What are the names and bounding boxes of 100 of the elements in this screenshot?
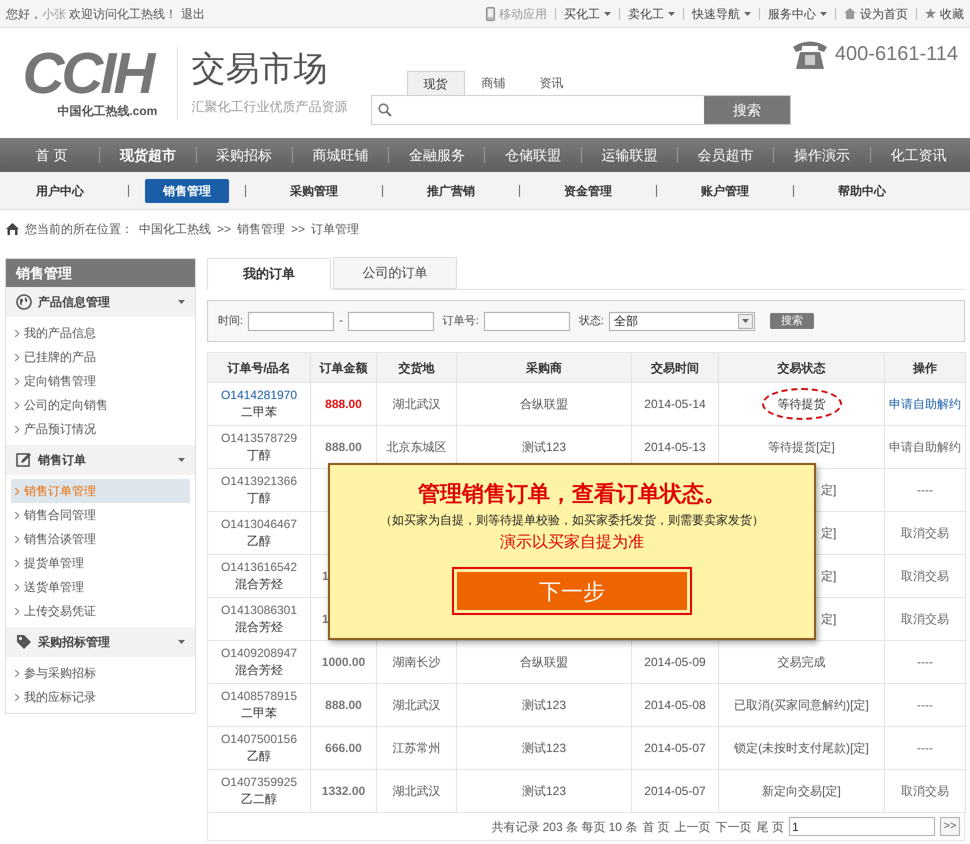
location-text: 湖北武汉 [392, 784, 440, 798]
search-tab[interactable]: 现货 [406, 71, 465, 95]
sub-nav-item[interactable]: 资金管理 [536, 178, 640, 202]
main-nav-item[interactable]: 操作演示 [774, 144, 870, 166]
sidebar-group-header[interactable]: 销售订单 [6, 445, 195, 475]
column-header: 交易时间 [632, 352, 718, 382]
main-nav-item[interactable]: 化工资讯 [870, 144, 966, 166]
page-input[interactable]: 1 [789, 817, 935, 836]
status-text: 锁定(未按时支付尾款)[定] [734, 741, 869, 755]
action-link[interactable]: 取消交易 [901, 526, 949, 540]
pagination-summary: 共有记录 203 条 每页 10 条 [491, 818, 638, 836]
empty-action-text: ---- [917, 655, 933, 669]
order-number-link[interactable]: O1413921366 [208, 473, 310, 490]
search-tab[interactable]: 资讯 [522, 71, 581, 95]
main-nav-item[interactable]: 现货超市 [100, 144, 196, 166]
pagination-link[interactable]: 尾 页 [756, 818, 784, 836]
sidebar-item[interactable]: 送货单管理 [11, 575, 190, 599]
top-nav-link[interactable]: 收藏 [925, 4, 964, 22]
caret-icon [744, 12, 751, 16]
sub-nav-item[interactable]: 销售管理 [145, 178, 229, 202]
order-tab[interactable]: 我的订单 [207, 258, 331, 290]
breadcrumb-link[interactable]: 订单管理 [311, 220, 360, 238]
sidebar-item[interactable]: 公司的定向销售 [11, 393, 190, 417]
main-nav-item[interactable]: 运输联盟 [582, 144, 678, 166]
date-input[interactable] [248, 312, 334, 330]
order-number-link[interactable]: O1409208947 [208, 645, 310, 662]
breadcrumb-link[interactable]: 销售管理 [237, 220, 286, 238]
top-nav-link[interactable]: 快速导航 [692, 4, 751, 22]
sidebar-item[interactable]: 我的应标记录 [11, 685, 190, 709]
logout-link[interactable]: 退出 [181, 4, 205, 22]
empty-action-text: ---- [917, 698, 933, 712]
order-number-input[interactable] [484, 312, 570, 330]
buyer-text: 测试123 [522, 741, 566, 755]
main-nav-item[interactable]: 金融服务 [389, 144, 484, 166]
tag-icon [16, 634, 32, 650]
location-text: 北京东城区 [386, 440, 446, 454]
status-select[interactable]: 全部 [608, 312, 755, 330]
sub-nav-item[interactable]: 推广营销 [399, 178, 503, 202]
search-tab[interactable]: 商铺 [464, 71, 523, 95]
amount-text: 1000.00 [322, 655, 366, 669]
sidebar-item[interactable]: 定向销售管理 [11, 369, 190, 393]
sub-nav-item[interactable]: 帮助中心 [810, 178, 914, 202]
action-link[interactable]: 取消交易 [901, 612, 949, 626]
column-header: 订单号/品名 [208, 352, 310, 382]
sub-nav-item[interactable]: 采购管理 [262, 178, 366, 202]
breadcrumb-link[interactable]: 中国化工热线 [139, 220, 211, 238]
main-nav-item[interactable]: 商城旺铺 [292, 144, 388, 166]
order-number-link[interactable]: O1414281970 [208, 387, 310, 404]
status-text: 定] [821, 483, 836, 497]
sidebar-item[interactable]: 参与采购招标 [11, 661, 190, 685]
main-nav-item[interactable]: 采购招标 [196, 144, 292, 166]
date-input[interactable] [348, 312, 434, 330]
order-number-link[interactable]: O1413086301 [208, 602, 310, 619]
date-text: 2014-05-14 [644, 397, 706, 411]
order-number-link[interactable]: O1413046467 [208, 516, 310, 533]
order-number-link[interactable]: O1407500156 [208, 731, 310, 748]
chevron-icon [15, 608, 19, 614]
main-nav-item[interactable]: 会员超市 [678, 144, 774, 166]
breadcrumb-label: 您当前的所在位置： [25, 221, 133, 238]
sidebar-group-header[interactable]: 产品信息管理 [6, 287, 195, 317]
dash-text: - [339, 314, 343, 329]
pagination-link[interactable]: 下一页 [716, 818, 752, 836]
go-button[interactable]: >> [940, 817, 960, 836]
sidebar-group-header[interactable]: 采购招标管理 [6, 627, 195, 657]
action-link[interactable]: 取消交易 [901, 784, 949, 798]
order-number-link[interactable]: O1413578729 [208, 430, 310, 447]
site-slogan: 汇聚化工行业优质产品资源 [191, 98, 348, 116]
top-nav-link[interactable]: 服务中心 [768, 4, 827, 22]
action-link[interactable]: 取消交易 [901, 569, 949, 583]
sub-nav-item[interactable]: 用户中心 [8, 178, 112, 202]
amount-text: 1 [322, 569, 329, 583]
buyer-text: 合纵联盟 [520, 397, 568, 411]
sidebar-item[interactable]: 提货单管理 [11, 551, 190, 575]
order-number-link[interactable]: O1413616542 [208, 559, 310, 576]
sidebar-item[interactable]: 产品预订情况 [11, 417, 190, 441]
status-text: 等待提货[定] [768, 440, 835, 454]
sidebar-item[interactable]: 我的产品信息 [11, 321, 190, 345]
main-nav-item[interactable]: 首 页 [4, 144, 100, 166]
pagination-link[interactable]: 首 页 [642, 818, 670, 836]
sidebar-item[interactable]: 已挂牌的产品 [11, 345, 190, 369]
order-number-link[interactable]: O1408578915 [208, 688, 310, 705]
buyer-text: 测试123 [522, 784, 566, 798]
sub-nav-item[interactable]: 账户管理 [673, 178, 777, 202]
top-nav-link[interactable]: 卖化工 [628, 4, 675, 22]
main-nav-item[interactable]: 仓储联盟 [485, 144, 581, 166]
sidebar-item[interactable]: 销售洽谈管理 [11, 527, 190, 551]
sidebar-title: 销售管理 [6, 259, 195, 287]
order-number-link[interactable]: O1407359925 [208, 774, 310, 791]
order-tab[interactable]: 公司的订单 [333, 257, 457, 289]
pagination-link[interactable]: 上一页 [674, 818, 711, 836]
location-text: 湖南长沙 [392, 655, 440, 669]
top-nav-link[interactable]: 设为首页 [844, 4, 908, 22]
sidebar-item[interactable]: 销售合同管理 [11, 503, 190, 527]
product-name: 乙醇 [246, 748, 272, 765]
column-header: 采购商 [456, 352, 632, 382]
sidebar-item[interactable]: 上传交易凭证 [11, 599, 190, 623]
breadcrumb-separator: >> [217, 221, 232, 238]
top-nav-link[interactable]: 买化工 [564, 4, 611, 22]
date-text: 2014-05-07 [644, 741, 706, 755]
search-button[interactable]: 搜索 [770, 313, 814, 329]
